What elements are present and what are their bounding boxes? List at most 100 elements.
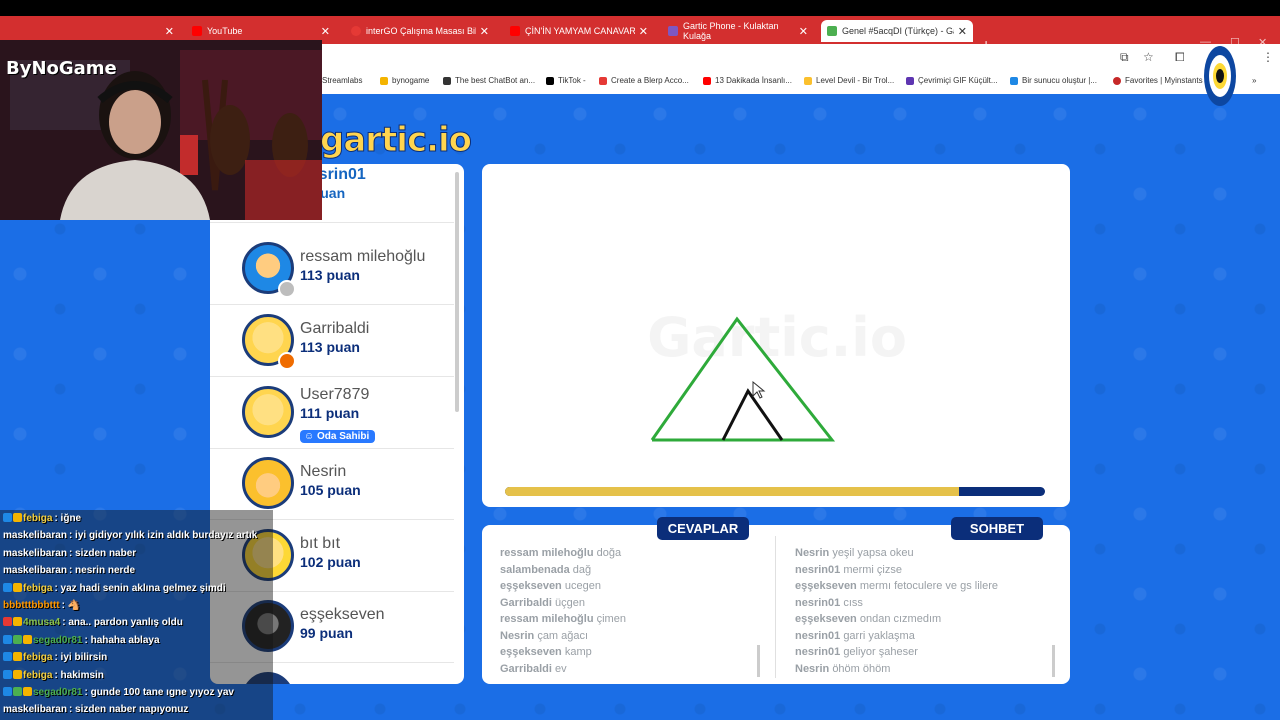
tab-gartic-phone[interactable]: Gartic Phone - Kulaktan Kulağa ✕ bbox=[662, 20, 814, 42]
more-bookmarks-icon[interactable]: » bbox=[1252, 76, 1256, 85]
close-icon[interactable]: ✕ bbox=[165, 25, 174, 38]
gartic-phone-icon bbox=[668, 26, 678, 36]
chat-username: maskelibaran bbox=[3, 547, 67, 559]
stream-chat-line: febiga: hakimsin bbox=[3, 669, 104, 681]
bookmark-tiktok[interactable]: TikTok - bbox=[546, 76, 586, 85]
answers-header: CEVAPLAR bbox=[657, 517, 749, 540]
bookmark-icon bbox=[804, 76, 812, 85]
menu-icon[interactable]: ⋮ bbox=[1262, 50, 1274, 64]
chat-badge-icon bbox=[13, 687, 22, 696]
youtube-icon bbox=[510, 26, 520, 36]
bookmark-label: Level Devil - Bir Trol... bbox=[816, 76, 895, 85]
bookmark-gif[interactable]: Çevrimiçi GIF Küçült... bbox=[906, 76, 998, 85]
tab-cin-yamyam[interactable]: ÇİN'İN YAMYAM CANAVARI - Zi... ✕ bbox=[504, 20, 654, 42]
tab-bynogame[interactable]: ✕ bbox=[140, 20, 180, 42]
bookmark-myinstants[interactable]: Favorites | Myinstants bbox=[1113, 76, 1203, 85]
extensions-icon[interactable]: ⧠ bbox=[1175, 50, 1185, 65]
chat-text: yeşil yapsa okeu bbox=[832, 547, 914, 559]
stream-chat-line: febiga: iyi bilirsin bbox=[3, 652, 107, 663]
chat-badge-icon bbox=[13, 669, 22, 679]
player-row[interactable]: Garribaldi 113 puan bbox=[210, 306, 454, 377]
bookmark-label: Çevrimiçi GIF Küçült... bbox=[918, 76, 998, 85]
chat-message: : gunde 100 tane ıgne yıyoz yav bbox=[84, 687, 234, 698]
list-item: nesrin01 mermi çizse bbox=[795, 564, 998, 581]
bookmark-bynogame[interactable]: bynogame bbox=[380, 76, 429, 85]
answer-user: Garribaldi bbox=[500, 662, 552, 675]
star-icon[interactable]: ☆ bbox=[1143, 50, 1154, 64]
answer-user: salambenada bbox=[500, 563, 570, 576]
black-triangle-stroke bbox=[721, 388, 784, 441]
tab-intergo[interactable]: interGO Çalışma Masası Bilgisa... ✕ bbox=[345, 20, 495, 42]
chat-username: segad0r81 bbox=[33, 687, 83, 698]
chat-message: : iyi bilirsin bbox=[54, 652, 108, 664]
chat-text: geliyor şaheser bbox=[843, 646, 918, 658]
bookmark-icon bbox=[443, 76, 451, 85]
list-item: eşşekseven ondan cızmedım bbox=[795, 613, 998, 630]
tiktok-icon bbox=[546, 76, 554, 85]
chat-user: eşşekseven bbox=[795, 613, 857, 625]
tab-youtube[interactable]: YouTube ✕ bbox=[186, 20, 336, 42]
players-scrollbar[interactable] bbox=[455, 172, 459, 412]
close-icon[interactable]: ✕ bbox=[639, 25, 648, 38]
chat-user: nesrin01 bbox=[795, 646, 841, 658]
chat-text: cıss bbox=[843, 596, 863, 609]
bookmark-chatbot[interactable]: The best ChatBot an... bbox=[443, 76, 535, 85]
list-item: nesrin01 cıss bbox=[795, 597, 998, 614]
player-name: Nesrin bbox=[300, 463, 347, 480]
list-item: nesrin01 geliyor şaheser bbox=[795, 646, 998, 663]
chat-scrollbar[interactable] bbox=[1052, 645, 1055, 677]
chat-badge-icon bbox=[13, 513, 22, 522]
chat-message: : ana.. pardon yanlış oldu bbox=[62, 617, 183, 629]
close-icon[interactable]: ✕ bbox=[799, 25, 808, 38]
list-item: Garribaldi üçgen bbox=[500, 597, 626, 614]
bookmark-level-devil[interactable]: Level Devil - Bir Trol... bbox=[804, 76, 894, 85]
top-black-bar bbox=[0, 0, 1280, 16]
answer-text: çimen bbox=[596, 613, 626, 625]
youtube-icon bbox=[192, 26, 202, 36]
close-icon[interactable]: ✕ bbox=[958, 25, 967, 38]
site-icon bbox=[351, 26, 361, 36]
chat-header: SOHBET bbox=[951, 517, 1043, 540]
chat-badge-icon bbox=[23, 634, 32, 644]
close-icon[interactable]: ✕ bbox=[321, 25, 330, 38]
bookmark-icon bbox=[599, 76, 607, 85]
answer-text: doğa bbox=[596, 547, 622, 559]
drawing-canvas[interactable]: Gartic.io bbox=[482, 164, 1070, 507]
player-name: eşşekseven bbox=[300, 606, 385, 623]
bookmark-discord[interactable]: Bir sunucu oluştur |... bbox=[1010, 76, 1097, 85]
install-icon[interactable]: ⧉ bbox=[1120, 50, 1129, 65]
player-row[interactable]: User7879 111 puan ☺ Oda Sahibi bbox=[210, 378, 454, 449]
avatar bbox=[242, 457, 294, 509]
player-score: 113 puan bbox=[300, 267, 360, 283]
bookmark-13-dakikada[interactable]: 13 Dakikada İnsanlı... bbox=[703, 76, 792, 85]
stream-chat-line: maskelibaran: nesrin nerde bbox=[3, 565, 135, 576]
bookmark-streamlabs[interactable]: Streamlabs bbox=[322, 76, 362, 85]
close-icon[interactable]: ✕ bbox=[480, 25, 489, 38]
bookmark-label: Create a Blerp Acco... bbox=[611, 76, 689, 85]
chat-message: : iğne bbox=[54, 513, 82, 524]
chat-username: maskelibaran bbox=[3, 704, 67, 716]
chat-badge-icon bbox=[3, 687, 12, 696]
status-dot bbox=[278, 280, 296, 298]
list-item: ressam milehoğlu doğa bbox=[500, 547, 626, 564]
answers-scrollbar[interactable] bbox=[757, 645, 760, 677]
round-timer-fill bbox=[505, 487, 959, 496]
answer-text: çam ağacı bbox=[537, 629, 589, 642]
answer-text: ucegen bbox=[564, 580, 601, 592]
bookmark-blerp[interactable]: Create a Blerp Acco... bbox=[599, 76, 689, 85]
chat-badge-icon bbox=[13, 652, 22, 662]
chat-badge-icon bbox=[13, 617, 22, 627]
chat-message: : sizden naber napıyonuz bbox=[68, 704, 189, 716]
stream-chat-line: segad0r81: gunde 100 tane ıgne yıyoz yav bbox=[3, 687, 234, 698]
tab-label: ÇİN'İN YAMYAM CANAVARI - Zi... bbox=[525, 26, 635, 36]
player-row[interactable]: ressam milehoğlu 113 puan bbox=[210, 234, 454, 305]
chat-badge-icon bbox=[3, 617, 12, 627]
chat-badge-icon bbox=[13, 582, 22, 592]
chat-badge-icon bbox=[3, 513, 12, 522]
tab-label: Gartic Phone - Kulaktan Kulağa bbox=[683, 21, 779, 41]
discord-icon bbox=[1010, 76, 1018, 85]
tab-gartic-io[interactable]: Genel #5acqDI (Türkçe) - Gartic ✕ bbox=[821, 20, 973, 42]
list-item: Nesrin yeşil yapsa okeu bbox=[795, 547, 998, 564]
player-name: bıt bıt bbox=[300, 535, 341, 552]
player-name: ressam milehoğlu bbox=[300, 248, 426, 265]
